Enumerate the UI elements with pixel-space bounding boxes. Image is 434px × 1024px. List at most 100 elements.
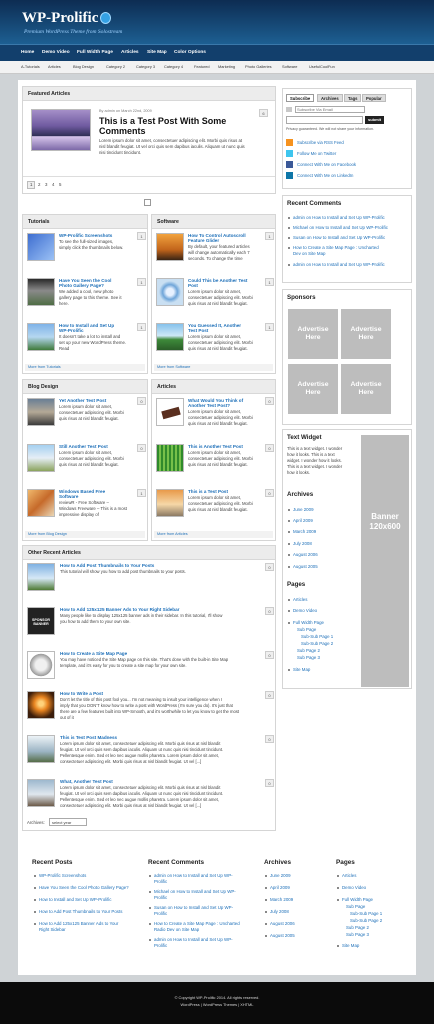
category-item[interactable]: Category 2: [106, 64, 125, 70]
comment-count[interactable]: 1: [137, 232, 146, 240]
footer-comment-item[interactable]: admin on How to Install and Set Up WP-: [154, 873, 233, 879]
nav-item-home[interactable]: Home: [21, 50, 34, 56]
footer-page-item[interactable]: Sub Page 2: [346, 925, 369, 931]
post-thumbnail[interactable]: [27, 233, 55, 261]
footer-archive-item[interactable]: April 2009: [270, 885, 290, 891]
post-title[interactable]: How to Add Post Thumbnails to Your Posts: [60, 563, 154, 569]
post-title[interactable]: How to Add 125x125 Banner Ads to Your Ri…: [60, 607, 179, 613]
featured-title-2[interactable]: Comments: [99, 126, 146, 137]
post-title[interactable]: How to Create a Site Map Page: [60, 651, 127, 657]
post-thumbnail[interactable]: [156, 398, 184, 426]
comment-count[interactable]: 0: [265, 489, 274, 497]
sponsor-ad[interactable]: Advertise Here: [341, 364, 391, 414]
tab-archives[interactable]: Archives: [317, 94, 343, 102]
footer-post-item[interactable]: Have You Seen the Cool Photo Gallery Pag…: [39, 885, 129, 891]
nav-item-articles[interactable]: Articles: [121, 50, 139, 56]
comment-count[interactable]: 1: [265, 278, 274, 286]
footer-comment-item-2[interactable]: Prolific: [154, 911, 167, 917]
footer-comment-item-2[interactable]: Radio Dev on Site Map: [154, 927, 199, 933]
nav-item-site-map[interactable]: Site Map: [147, 50, 167, 56]
page-item[interactable]: Sub-Sub Page 2: [301, 641, 333, 647]
pagination-page[interactable]: 1: [27, 181, 36, 189]
category-item[interactable]: A-Tutorials: [21, 64, 40, 70]
recent-comment-item[interactable]: admin on How to Install and Set Up WP-Pr…: [293, 215, 385, 221]
footer-post-item[interactable]: How to Add Post Thumbnails to Your Posts: [39, 909, 122, 915]
post-title-2[interactable]: Software: [59, 494, 78, 500]
sponsor-ad[interactable]: Advertise Here: [288, 309, 338, 359]
post-title[interactable]: Still Another Test Post: [59, 444, 108, 450]
comment-count[interactable]: 0: [265, 444, 274, 452]
post-thumbnail[interactable]: [156, 444, 184, 472]
category-item[interactable]: Marketing: [218, 64, 235, 70]
comment-count[interactable]: 0: [137, 444, 146, 452]
comment-count[interactable]: 1: [137, 489, 146, 497]
subscribe-link-linkedin[interactable]: Connect With Me on LinkedIn: [297, 173, 353, 178]
archive-item[interactable]: July 2008: [293, 541, 312, 547]
post-title-2[interactable]: Feature Glider: [188, 238, 219, 244]
footer-page-item[interactable]: Site Map: [342, 943, 359, 949]
more-link[interactable]: More from Tutorials: [25, 364, 145, 371]
post-title[interactable]: This is Another Test Post: [188, 444, 243, 450]
recent-comment-item[interactable]: Michael on How to Install and Set Up WP-…: [293, 225, 388, 231]
post-thumbnail[interactable]: [27, 779, 55, 807]
page-item[interactable]: Articles: [293, 597, 307, 603]
site-logo[interactable]: WP-Prolific: [22, 9, 112, 28]
category-item[interactable]: Category 3: [136, 64, 155, 70]
comment-count[interactable]: 1: [265, 232, 274, 240]
page-item[interactable]: Sub Page 3: [297, 655, 320, 661]
category-item[interactable]: Software: [282, 64, 297, 70]
recent-comment-item[interactable]: Susan on How to Install and Set Up WP-Pr…: [293, 235, 385, 241]
footer-comment-item[interactable]: How to Create a Site Map Page : Uncharte…: [154, 921, 240, 927]
recent-comment-item[interactable]: How to Create a Site Map Page : Uncharte…: [293, 245, 379, 251]
footer-post-item[interactable]: How to Install and Set Up WP-Prolific: [39, 897, 111, 903]
pagination-page[interactable]: 4: [52, 182, 54, 188]
comment-count[interactable]: 1: [265, 323, 274, 331]
post-thumbnail[interactable]: [27, 278, 55, 306]
page-item[interactable]: Full Width Page: [293, 620, 324, 626]
footer-comment-item[interactable]: admin on How to Install and Set Up WP-: [154, 937, 233, 943]
post-title-2[interactable]: Post: [188, 283, 198, 289]
comment-count[interactable]: 6: [259, 109, 268, 117]
footer-comment-item-2[interactable]: Prolific: [154, 879, 167, 885]
subscribe-link-facebook[interactable]: Connect With Me on Facebook: [297, 162, 356, 167]
archive-item[interactable]: August 2006: [293, 552, 318, 558]
comment-count[interactable]: 1: [137, 278, 146, 286]
email-input-box[interactable]: [286, 116, 363, 124]
nav-item-demo-video[interactable]: Demo Video: [42, 50, 70, 56]
comment-count[interactable]: 0: [137, 397, 146, 405]
category-item[interactable]: Blog Design: [73, 64, 94, 70]
archive-item[interactable]: April 2009: [293, 518, 313, 524]
tab-popular[interactable]: Popular: [362, 94, 386, 102]
footer-page-item[interactable]: Full Width Page: [342, 897, 373, 903]
post-thumbnail[interactable]: SPONSOR BANNER: [27, 607, 55, 635]
post-thumbnail[interactable]: [156, 233, 184, 261]
page-item[interactable]: Sub Page 2: [297, 648, 320, 654]
tab-tags[interactable]: Tags: [344, 94, 362, 102]
submit-button[interactable]: submit: [365, 116, 385, 124]
footer-post-item-2[interactable]: Right Sidebar: [39, 927, 66, 933]
post-thumbnail[interactable]: [156, 278, 184, 306]
footer-post-item[interactable]: WP-Prolific Screenshots: [39, 873, 86, 879]
more-link[interactable]: More from Software: [154, 364, 273, 371]
post-title[interactable]: How to Write a Post: [60, 691, 103, 697]
footer-links[interactable]: WordPress | WordPress Themes | XHTML: [0, 1002, 434, 1008]
comment-count[interactable]: 0: [265, 779, 274, 787]
comment-count[interactable]: 0: [265, 735, 274, 743]
footer-page-item[interactable]: Demo Video: [342, 885, 366, 891]
post-thumbnail[interactable]: [27, 489, 55, 517]
page-item[interactable]: Sub-Sub Page 1: [301, 634, 333, 640]
post-thumbnail[interactable]: [27, 563, 55, 591]
pagination-page[interactable]: 2: [38, 182, 40, 188]
subscribe-link-rss[interactable]: Subscribe via RSS Feed: [297, 140, 344, 145]
footer-page-item[interactable]: Sub-Sub Page 1: [350, 911, 382, 917]
footer-archive-item[interactable]: August 2006: [270, 921, 295, 927]
footer-page-item[interactable]: Articles: [342, 873, 356, 879]
post-title[interactable]: This is Test Post Madness: [60, 735, 117, 741]
footer-comment-item-2[interactable]: Prolific: [154, 895, 167, 901]
more-link[interactable]: More from Blog Design: [25, 531, 145, 538]
nav-item-full-width-page[interactable]: Full Width Page: [77, 50, 113, 56]
page-item[interactable]: Demo Video: [293, 608, 317, 614]
post-title[interactable]: This is a Test Post: [188, 489, 228, 495]
post-title-2[interactable]: Photo Gallery Page?: [59, 283, 104, 289]
category-item[interactable]: Articles: [48, 64, 61, 70]
